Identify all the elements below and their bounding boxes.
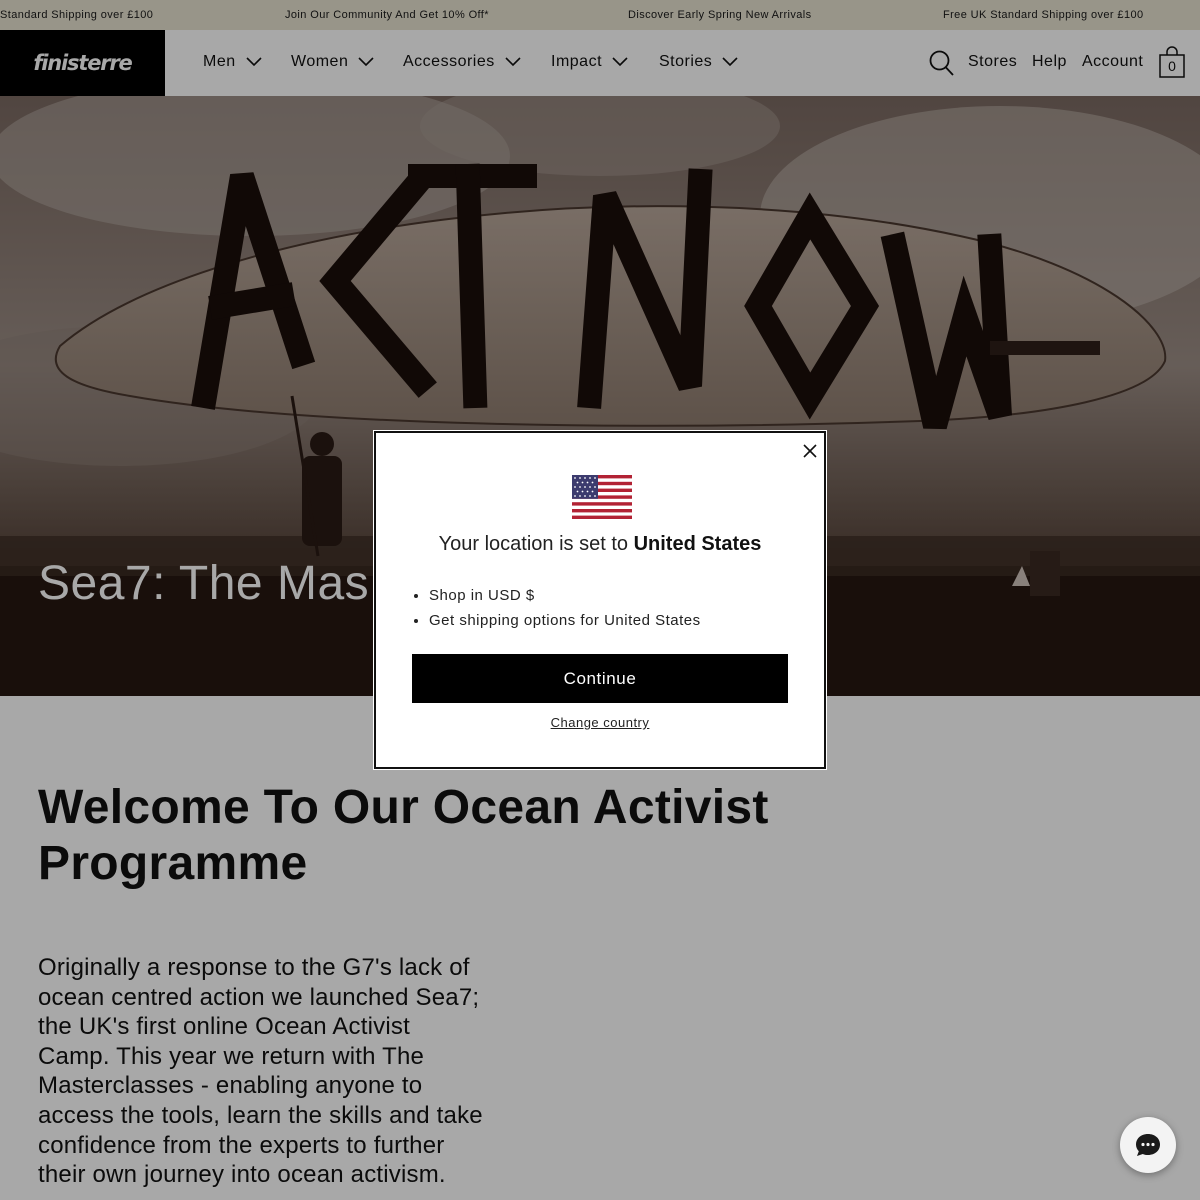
- change-country-link[interactable]: Change country: [376, 715, 824, 730]
- us-flag-icon: [572, 475, 632, 519]
- chat-button[interactable]: [1120, 1117, 1176, 1173]
- location-country: United States: [633, 533, 762, 555]
- location-message: Your location is set to United States: [376, 533, 824, 556]
- location-modal: Your location is set to United States Sh…: [374, 431, 826, 769]
- list-item: Shop in USD $: [429, 583, 701, 608]
- list-item: Get shipping options for United States: [429, 608, 701, 633]
- location-prefix: Your location is set to: [438, 533, 634, 555]
- close-icon[interactable]: [800, 441, 820, 461]
- location-benefits-list: Shop in USD $ Get shipping options for U…: [429, 583, 701, 633]
- chat-bubble-icon: [1136, 1134, 1160, 1156]
- continue-button[interactable]: Continue: [412, 654, 788, 703]
